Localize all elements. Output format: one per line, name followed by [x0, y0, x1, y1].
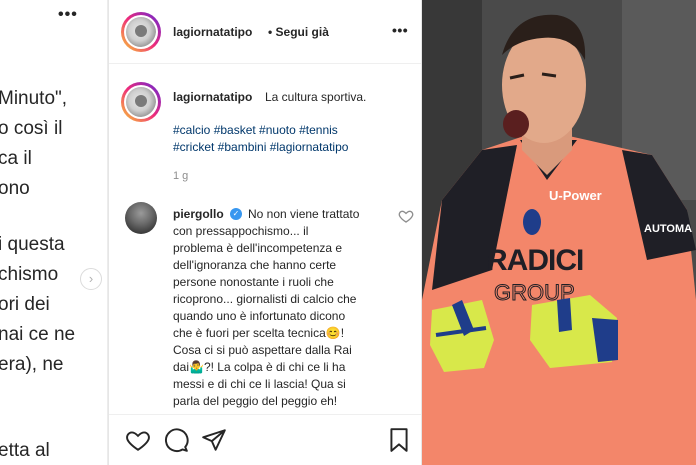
left-text-line: era), ne: [0, 354, 64, 375]
comment-text-line: parla del peggio del peggio eh!: [173, 394, 338, 408]
comment-text-line: dai🤷‍♂️?! La colpa è di chi ce li ha: [173, 360, 346, 374]
comment-icon[interactable]: [163, 427, 189, 453]
comment-text-line: messi e di chi ce li lascia! Qua si: [173, 377, 346, 391]
left-text-line: ca il: [0, 148, 32, 169]
caption-timestamp[interactable]: 1 g: [173, 170, 188, 182]
left-text-line: chismo: [0, 264, 59, 285]
left-text-line: etta al: [0, 440, 50, 461]
comment-text-line: dell'ignoranza che hanno certe: [173, 258, 337, 272]
comment-text-line: che è fuori per scelta tecnica😊!: [173, 326, 345, 340]
goalkeeper-illustration: RADICI GROUP U-Power AUTOMA: [422, 0, 696, 465]
caption-username[interactable]: lagiornatatipo: [173, 90, 252, 104]
chevron-right-icon[interactable]: ›: [80, 268, 102, 290]
post-action-bar: [109, 414, 421, 465]
comment-text-line: problema è dell'incompetenza e: [173, 241, 343, 255]
left-text-line: nai ce ne: [0, 324, 76, 345]
heart-icon[interactable]: [125, 427, 151, 453]
comment-text-line: ricoprono... giornalisti di calcio che: [173, 292, 357, 306]
left-text-line: Minuto",: [0, 88, 68, 109]
comment-text-line: quando uno è infortunato dicono: [173, 309, 346, 323]
comment-text-line: No non viene trattato: [248, 207, 360, 221]
comment-text-line: persone nonostante i ruoli che: [173, 275, 334, 289]
goalkeeper-photo: RADICI GROUP U-Power AUTOMA: [422, 0, 696, 465]
more-options-icon[interactable]: •••: [58, 6, 78, 24]
caption-hashtags[interactable]: #calcio #basket #nuoto #tennis: [173, 123, 338, 137]
caption-text: La cultura sportiva.: [265, 90, 367, 104]
comment-text-line: con pressappochismo... il: [173, 224, 309, 238]
following-button[interactable]: • Segui già: [268, 25, 329, 39]
bookmark-icon[interactable]: [386, 427, 412, 453]
caption-avatar[interactable]: [121, 82, 161, 122]
send-icon[interactable]: [201, 427, 227, 453]
more-horizontal-icon[interactable]: •••: [392, 22, 408, 38]
left-text-line: ono: [0, 178, 30, 199]
avatar[interactable]: [121, 12, 161, 52]
comment-username[interactable]: piergollo: [173, 207, 224, 221]
comment-text-line: Cosa ci si può aspettare dalla Rai: [173, 343, 352, 357]
post-header: lagiornatatipo • Segui già •••: [109, 0, 421, 64]
left-post-panel: ••• Minuto", o così il ca il ono i quest…: [0, 0, 108, 465]
caption-hashtags[interactable]: #cricket #bambini #lagiornatatipo: [173, 140, 348, 154]
instagram-post-panel: lagiornatatipo • Segui già ••• lagiornat…: [108, 0, 422, 465]
chest-sponsor-text: U-Power: [549, 188, 602, 203]
left-text-line: ori dei: [0, 294, 50, 315]
commenter-avatar[interactable]: [125, 202, 157, 234]
post-username[interactable]: lagiornatatipo: [173, 25, 252, 39]
left-text-line: i questa: [0, 234, 65, 255]
sleeve-sponsor-text: AUTOMA: [644, 223, 692, 235]
sponsor-text: RADICI: [486, 244, 583, 277]
verified-badge-icon: ✓: [230, 208, 242, 220]
left-text-line: o così il: [0, 118, 63, 139]
heart-icon[interactable]: [398, 208, 414, 224]
